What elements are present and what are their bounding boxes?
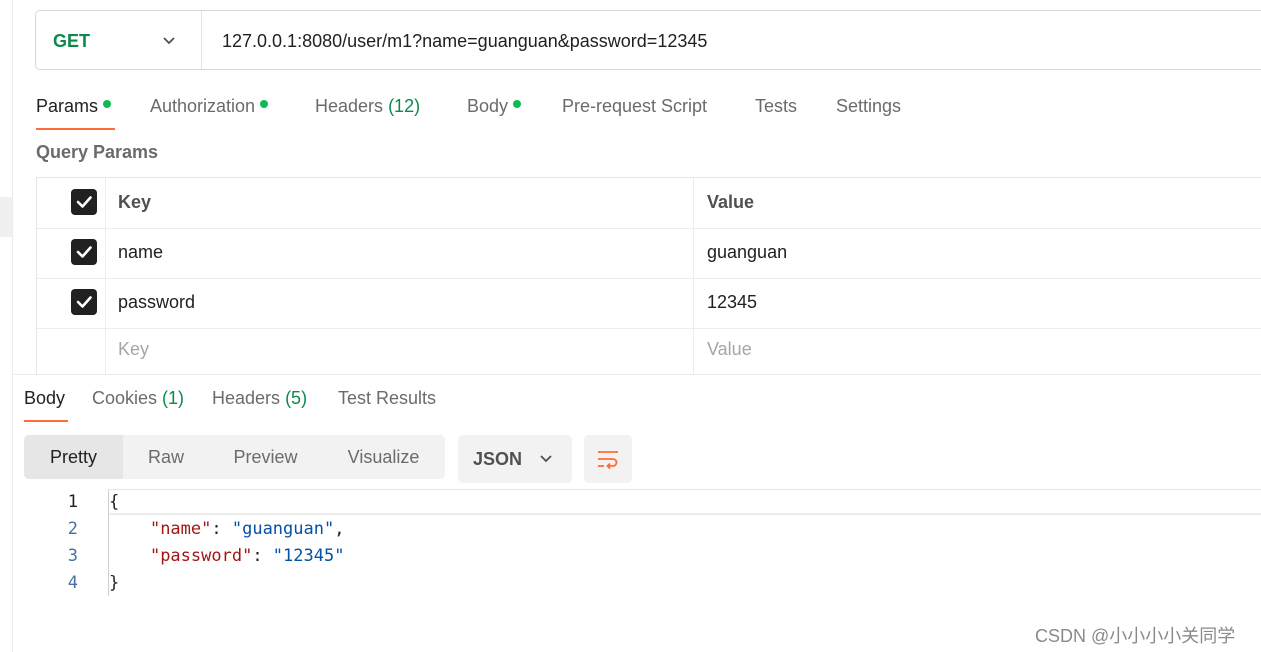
tab-headers[interactable]: Headers (12) (315, 96, 420, 117)
value-column-header: Value (707, 192, 755, 212)
line-number: 4 (67, 573, 78, 593)
key-cell[interactable]: password (105, 278, 694, 328)
tab-count: (12) (388, 96, 421, 116)
format-label: JSON (473, 449, 523, 469)
check-cell (37, 228, 106, 278)
table-row-empty: Key Value (37, 328, 1261, 375)
tab-cookies[interactable]: Cookies (1) (92, 388, 184, 409)
param-value: guanguan (707, 242, 788, 262)
tab-response-body[interactable]: Body (24, 388, 65, 409)
code-line[interactable]: } (109, 573, 119, 593)
json-value: "12345" (272, 546, 345, 566)
left-sidebar-strip (0, 0, 13, 652)
table-row: name guanguan (37, 228, 1261, 279)
key-cell[interactable]: Key (105, 328, 694, 375)
query-params-title: Query Params (36, 142, 159, 162)
url-input[interactable]: 127.0.0.1:8080/user/m1?name=guanguan&pas… (222, 31, 707, 52)
json-key: "password" (149, 546, 253, 566)
check-cell (37, 328, 106, 375)
tab-params[interactable]: Params (36, 96, 112, 117)
value-placeholder: Value (707, 339, 752, 359)
view-pretty-button[interactable]: Pretty (24, 435, 123, 479)
tab-label: Body (467, 96, 509, 116)
view-raw-button[interactable]: Raw (123, 435, 209, 479)
key-placeholder: Key (118, 339, 150, 359)
tab-response-headers[interactable]: Headers (5) (212, 388, 307, 409)
pane-divider[interactable] (12, 374, 1261, 375)
key-column-header: Key (118, 192, 152, 212)
tab-authorization[interactable]: Authorization (150, 96, 269, 117)
key-cell[interactable]: name (105, 228, 694, 278)
tab-tests[interactable]: Tests (755, 96, 797, 117)
wrap-lines-button[interactable] (584, 435, 632, 483)
param-key: password (118, 292, 196, 312)
line-number: 2 (67, 519, 78, 539)
open-brace: { (109, 492, 120, 512)
status-dot (260, 100, 269, 109)
view-preview-button[interactable]: Preview (209, 435, 322, 479)
tab-label: Headers (315, 96, 384, 116)
method-select[interactable]: GET (53, 31, 90, 52)
query-params-table: Key Value name guanguan password 12345 K… (36, 177, 1261, 375)
param-checkbox[interactable] (71, 289, 97, 315)
param-value: 12345 (707, 292, 758, 312)
tab-test-results[interactable]: Test Results (338, 388, 436, 409)
tab-label: Cookies (92, 388, 158, 408)
key-header-cell: Key (105, 178, 694, 228)
chevron-down-icon[interactable] (159, 31, 179, 51)
code-line[interactable]: "password": "12345" (109, 546, 345, 566)
tab-body[interactable]: Body (467, 96, 522, 117)
tab-label: Params (36, 96, 99, 116)
status-dot (103, 100, 112, 109)
tab-pre-request-script[interactable]: Pre-request Script (562, 96, 707, 117)
code-line[interactable]: { (109, 492, 119, 512)
tab-label: Authorization (150, 96, 256, 116)
chevron-down-icon (540, 455, 552, 463)
watermark: CSDN @小小小小关同学 (1035, 626, 1236, 646)
line-number: 1 (67, 492, 78, 512)
code-line[interactable]: "name": "guanguan", (109, 519, 345, 539)
value-cell[interactable]: guanguan (694, 228, 1261, 278)
active-tab-underline (36, 128, 115, 130)
request-url-bar: GET 127.0.0.1:8080/user/m1?name=guanguan… (35, 10, 1261, 70)
status-dot (513, 100, 522, 109)
header-check-cell (37, 178, 106, 228)
comma: , (334, 519, 345, 539)
format-select[interactable]: JSON (458, 435, 572, 483)
tab-count: (5) (285, 388, 308, 408)
param-checkbox[interactable] (71, 239, 97, 265)
close-brace: } (109, 573, 120, 593)
table-header-row: Key Value (37, 178, 1261, 229)
select-all-checkbox[interactable] (71, 189, 97, 215)
json-value: "guanguan" (231, 519, 335, 539)
url-divider (201, 11, 202, 69)
json-key: "name" (149, 519, 212, 539)
active-response-tab-underline (24, 420, 68, 422)
table-row: password 12345 (37, 278, 1261, 329)
view-mode-switch: Pretty Raw Preview Visualize (24, 435, 445, 479)
tab-count: (1) (162, 388, 185, 408)
colon: : (252, 546, 273, 566)
value-header-cell: Value (694, 178, 1261, 228)
colon: : (211, 519, 232, 539)
tab-settings[interactable]: Settings (836, 96, 901, 117)
wrap-lines-icon (598, 451, 618, 470)
value-cell[interactable]: Value (694, 328, 1261, 375)
tab-label: Headers (212, 388, 281, 408)
value-cell[interactable]: 12345 (694, 278, 1261, 328)
line-number: 3 (67, 546, 78, 566)
current-line-highlight (108, 490, 1261, 515)
param-key: name (118, 242, 164, 262)
view-visualize-button[interactable]: Visualize (322, 435, 445, 479)
check-cell (37, 278, 106, 328)
sidebar-selected-marker (0, 197, 12, 237)
